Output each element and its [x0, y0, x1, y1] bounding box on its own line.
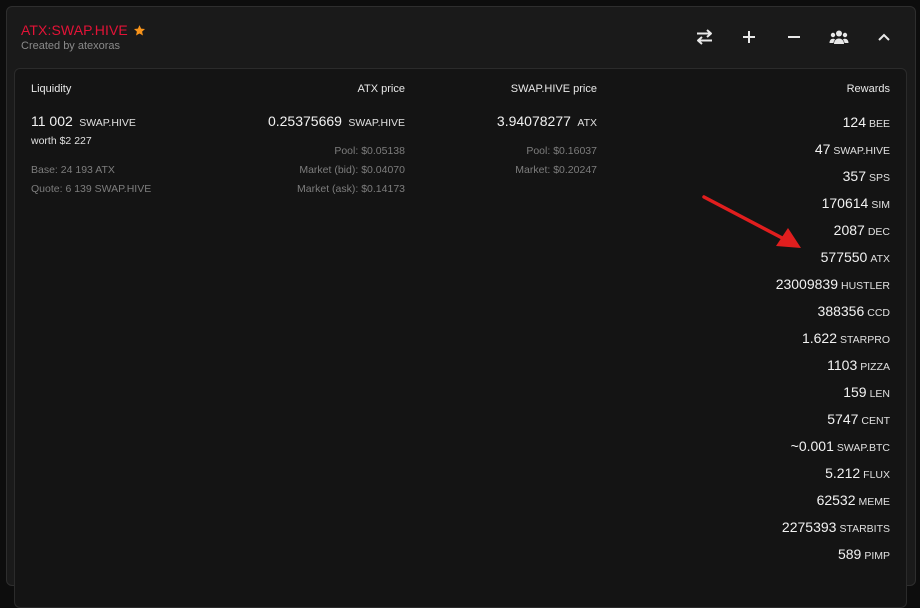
atx-market-bid: Market (bid): $0.04070: [299, 164, 405, 176]
atx-market-ask: Market (ask): $0.14173: [297, 183, 405, 195]
reward-item: 2275393 STARBITS: [776, 514, 890, 541]
created-by-text: Created by atexoras: [21, 40, 121, 52]
reward-token: STARBITS: [839, 523, 890, 535]
swap-hive-price-value: 3.94078277: [496, 113, 571, 129]
liquidity-unit: SWAP.HIVE: [79, 117, 136, 129]
reward-token: HUSTLER: [840, 280, 890, 292]
reward-token: SWAP.BTC: [836, 442, 890, 454]
pool-details-panel: Liquidity 11 002 SWAP.HIVE worth $2 227 …: [14, 68, 907, 608]
reward-token: STARPRO: [840, 334, 890, 346]
reward-token: CENT: [861, 415, 890, 427]
reward-item: 47 SWAP.HIVE: [776, 136, 890, 163]
swap-hive-price-unit: ATX: [577, 117, 597, 129]
reward-item: 357 SPS: [776, 163, 890, 190]
reward-token: SWAP.HIVE: [833, 145, 890, 157]
reward-token: MEME: [858, 496, 891, 508]
liquidity-heading: Liquidity: [31, 83, 72, 95]
reward-token: CCD: [867, 307, 890, 319]
minus-icon: [788, 36, 800, 38]
liquidity-base: Base: 24 193 ATX: [31, 164, 115, 176]
swap-hive-pool-price: Pool: $0.16037: [526, 145, 597, 157]
reward-amount: 1103: [827, 357, 858, 373]
reward-amount: 5747: [827, 411, 859, 427]
reward-amount: ~0.001: [790, 438, 834, 454]
reward-token: DEC: [867, 226, 890, 238]
pool-title-row: ATX:SWAP.HIVE: [21, 22, 146, 38]
reward-token: FLUX: [863, 469, 890, 481]
reward-amount: 47: [814, 141, 831, 157]
reward-token: SPS: [868, 172, 890, 184]
reward-token: LEN: [869, 388, 890, 400]
pool-card: ATX:SWAP.HIVE Created by atexoras Liquid…: [6, 6, 916, 608]
reward-item: 159 LEN: [776, 379, 890, 406]
swap-hive-market-price: Market: $0.20247: [515, 164, 597, 176]
reward-item: 1.622 STARPRO: [776, 325, 890, 352]
liquidity-quote: Quote: 6 139 SWAP.HIVE: [31, 183, 152, 195]
reward-amount: 2275393: [781, 519, 837, 535]
reward-amount: 124: [842, 114, 866, 130]
reward-amount: 5.212: [825, 465, 861, 481]
reward-token: BEE: [868, 118, 890, 130]
reward-item: 1103 PIZZA: [776, 352, 890, 379]
chevron-up-icon: [878, 33, 890, 41]
reward-amount: 1.622: [801, 330, 838, 346]
reward-item: 5.212 FLUX: [776, 460, 890, 487]
reward-amount: 159: [843, 384, 867, 400]
toolbar: [670, 26, 895, 48]
reward-token: SIM: [871, 199, 890, 211]
atx-pool-price: Pool: $0.05138: [334, 145, 405, 157]
reward-amount: 62532: [816, 492, 856, 508]
annotation-arrow-icon: [702, 195, 801, 248]
reward-item: 388356 CCD: [776, 298, 890, 325]
liquidity-amount: 11 002: [31, 113, 73, 129]
add-liquidity-button[interactable]: [738, 26, 760, 48]
reward-amount: 23009839: [775, 276, 838, 292]
swap-hive-price-heading: SWAP.HIVE price: [510, 83, 597, 95]
pool-title[interactable]: ATX:SWAP.HIVE: [21, 22, 128, 38]
atx-price-heading: ATX price: [357, 83, 405, 95]
reward-token: PIZZA: [860, 361, 890, 373]
reward-amount: 2087: [833, 222, 865, 238]
reward-item: ~0.001 SWAP.BTC: [776, 433, 890, 460]
plus-icon: [743, 31, 755, 43]
liquidity-worth: worth $2 227: [31, 135, 92, 147]
providers-button[interactable]: [828, 26, 850, 48]
collapse-button[interactable]: [873, 26, 895, 48]
liquidity-amount-row: 11 002 SWAP.HIVE: [31, 113, 136, 131]
users-icon: [829, 30, 849, 44]
atx-price-row: 0.25375669 SWAP.HIVE: [268, 113, 405, 131]
reward-item: 124 BEE: [776, 109, 890, 136]
reward-amount: 170614: [821, 195, 869, 211]
rewards-list: 124 BEE 47 SWAP.HIVE 357 SPS 170614 SIM 2087…: [776, 109, 890, 568]
reward-item: 5747 CENT: [776, 406, 890, 433]
reward-token: ATX: [870, 253, 890, 265]
rewards-heading: Rewards: [846, 83, 890, 95]
atx-price-unit: SWAP.HIVE: [348, 117, 405, 129]
swap-arrows-icon: [696, 29, 712, 45]
reward-token: PIMP: [864, 550, 890, 562]
remove-liquidity-button[interactable]: [783, 26, 805, 48]
swap-hive-price-row: 3.94078277 ATX: [497, 113, 597, 131]
reward-amount: 388356: [817, 303, 865, 319]
reward-amount: 589: [837, 546, 862, 562]
reward-amount: 577550: [820, 249, 868, 265]
reward-item: 23009839 HUSTLER: [776, 271, 890, 298]
atx-price-value: 0.25375669: [267, 113, 342, 129]
reward-amount: 357: [842, 168, 866, 184]
reward-item: 62532 MEME: [776, 487, 890, 514]
star-icon[interactable]: [133, 24, 146, 37]
swap-button[interactable]: [693, 26, 715, 48]
